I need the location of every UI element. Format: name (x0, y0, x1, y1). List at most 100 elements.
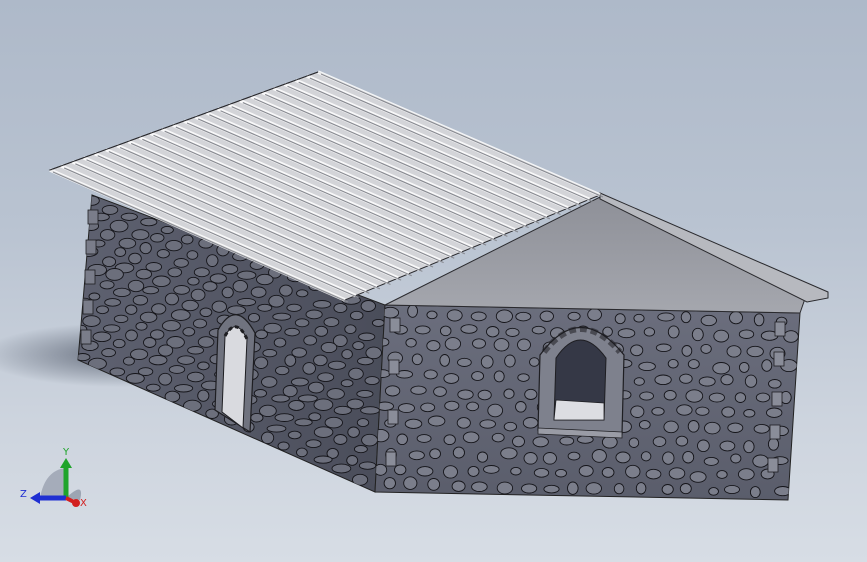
wall-stone (150, 233, 165, 243)
cad-viewport[interactable]: Y Z X (0, 0, 867, 562)
wall-stone (298, 394, 318, 403)
wall-stone (517, 373, 530, 382)
wall-stone (680, 311, 692, 324)
wall-stone (352, 341, 365, 351)
wall-stone (414, 325, 431, 335)
wall-stone (284, 354, 297, 367)
wall-stone (271, 394, 290, 403)
wall-stone (221, 286, 234, 299)
wall-stone (279, 284, 293, 297)
wall-stone (542, 452, 557, 465)
wall-stone (360, 406, 381, 415)
wall-stone (275, 365, 290, 376)
wall-stone (443, 434, 456, 446)
wall-stone (471, 371, 485, 382)
wall-stone (638, 420, 651, 430)
wall-stone (515, 311, 532, 322)
wall-stone (744, 374, 758, 388)
wall-stone (294, 418, 313, 427)
wall-stone (470, 311, 487, 322)
wall-stone (700, 314, 717, 327)
wall-stone (296, 289, 309, 298)
wall-stone (255, 329, 268, 340)
wall-stone (164, 390, 181, 403)
wall-stone (531, 325, 546, 335)
wall-stone (416, 434, 432, 443)
wall-stone (313, 354, 328, 367)
wall-stone (92, 331, 112, 343)
wall-stone (411, 353, 423, 366)
wall-stone (305, 309, 323, 320)
wall-stone (427, 415, 446, 427)
wall-stone (182, 327, 196, 337)
wall-stone (720, 374, 734, 386)
wall-stone (286, 303, 302, 312)
wall-stone (533, 467, 550, 478)
wall-stone (578, 465, 594, 477)
wall-stone (227, 305, 246, 315)
wall-stone (539, 310, 554, 322)
wall-stone (734, 392, 747, 403)
wall-stone (277, 441, 290, 451)
wall-stone (617, 328, 636, 339)
wall-stone (317, 372, 335, 383)
wall-stone (493, 370, 505, 383)
wall-stone (102, 256, 117, 268)
wall-stone (524, 388, 538, 400)
wall-stone (585, 482, 602, 495)
wall-stone (724, 484, 740, 495)
wall-stone (371, 318, 385, 327)
wall-stone (543, 484, 560, 494)
wall-stone (314, 325, 329, 337)
wall-stone (640, 451, 652, 462)
wall-stone (187, 276, 200, 286)
wall-stone (433, 386, 447, 397)
wall-stone (719, 440, 736, 452)
wall-stone (327, 360, 346, 370)
wall-stone (721, 406, 736, 418)
wall-stone (344, 324, 357, 335)
wall-stone (109, 219, 129, 233)
wall-stone (128, 252, 142, 265)
wall-stone (361, 433, 379, 447)
wall-stone (480, 355, 494, 369)
wall-stone (158, 372, 173, 386)
wall-stone (250, 412, 264, 423)
wall-stone (347, 426, 360, 438)
wall-stone (679, 483, 692, 495)
wall-stone (364, 376, 380, 386)
wall-stone (173, 258, 189, 268)
wall-stone (160, 225, 174, 235)
wall-stone (663, 420, 679, 434)
wall-stone (746, 345, 764, 358)
wall-stone (517, 338, 531, 352)
wall-stone (170, 309, 191, 321)
wall-stone (614, 313, 626, 325)
wall-stone (567, 451, 581, 461)
wall-stone (749, 486, 761, 499)
wall-stone (645, 468, 662, 480)
arched-window[interactable] (537, 326, 625, 439)
wall-stone (439, 354, 450, 367)
wall-stone (457, 389, 474, 400)
wall-stone (727, 422, 744, 433)
wall-stone (555, 468, 567, 478)
wall-stone (675, 435, 689, 447)
wall-stone (288, 399, 305, 411)
wall-stone (462, 431, 480, 444)
wall-stone (135, 321, 148, 331)
arched-doorway[interactable] (214, 314, 256, 434)
wall-stone (510, 466, 522, 476)
model-scene[interactable]: Y Z X (0, 0, 867, 562)
wall-stone (420, 402, 436, 413)
wall-stone (168, 365, 186, 374)
wall-stone (88, 292, 101, 301)
wall-stone (708, 487, 719, 496)
view-orientation-triad[interactable]: Y Z X (20, 447, 87, 509)
wall-stone (446, 309, 463, 322)
wall-stone (143, 337, 157, 348)
wall-stone (404, 418, 423, 429)
wall-stone (183, 399, 202, 412)
wall-stone (405, 338, 417, 348)
wall-stone (698, 376, 716, 387)
